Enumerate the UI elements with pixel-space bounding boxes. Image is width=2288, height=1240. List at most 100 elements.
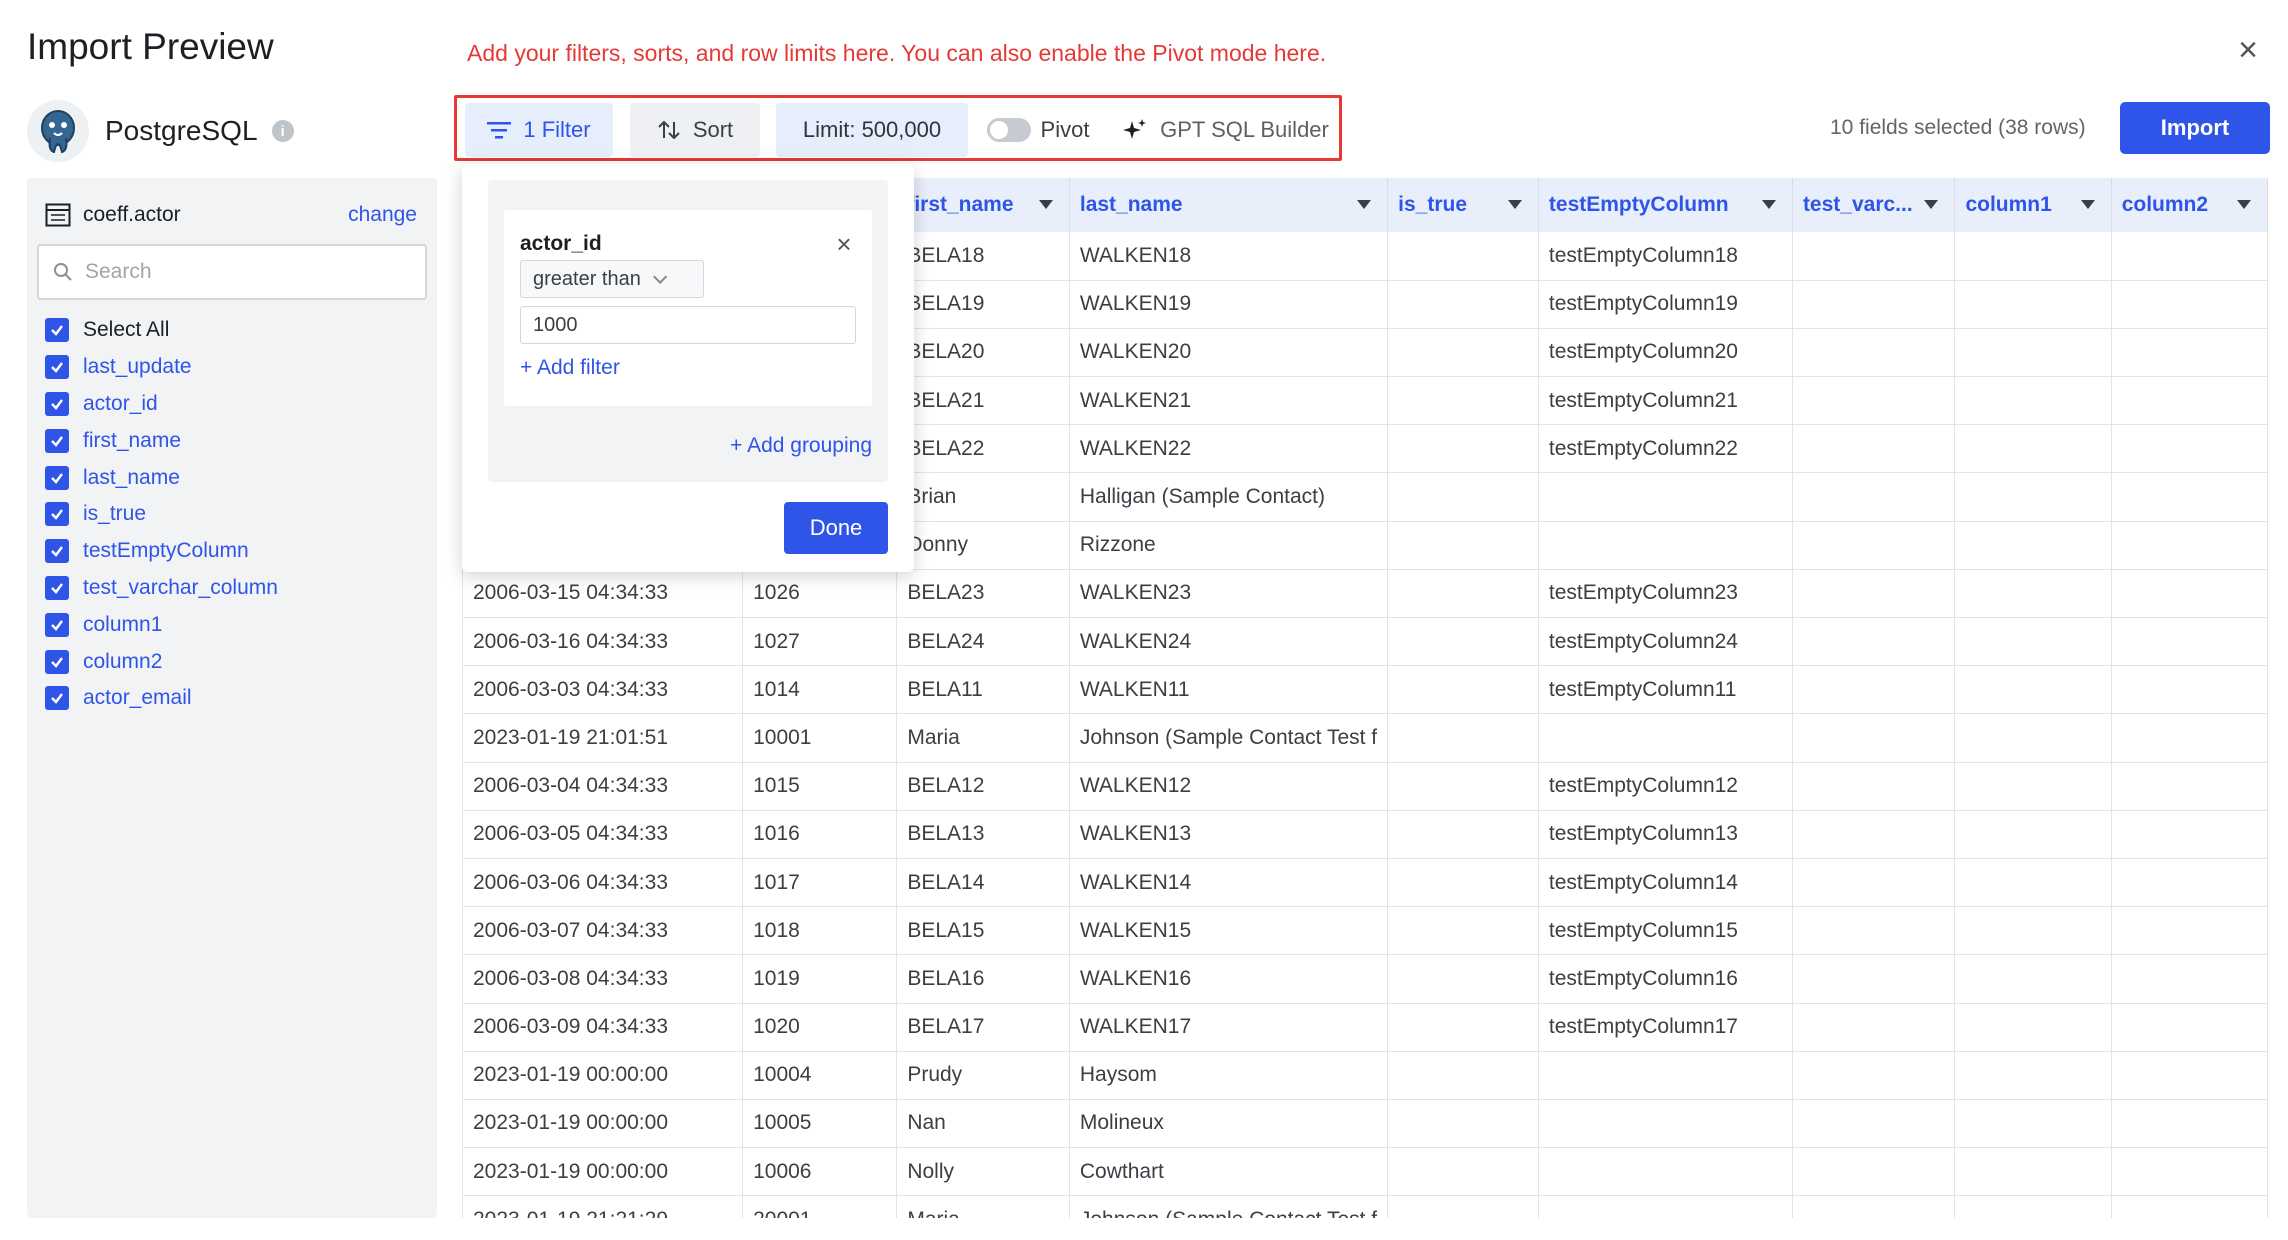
- table-cell: [1387, 328, 1539, 378]
- table-cell: [1954, 1003, 2112, 1052]
- table-cell: 10006: [742, 1147, 898, 1197]
- select-all-checkbox[interactable]: Select All: [45, 312, 278, 349]
- filter-button[interactable]: 1 Filter: [465, 103, 613, 157]
- table-cell: testEmptyColumn11: [1538, 665, 1793, 715]
- table-cell: 10001: [742, 713, 898, 763]
- column-header[interactable]: first_name: [896, 178, 1070, 232]
- table-row: 2006-03-07 04:34:33 1018 BELA15 WALKEN15 tes…: [463, 906, 2268, 956]
- caret-down-icon[interactable]: [1761, 200, 1776, 209]
- field-checkbox-label: first_name: [83, 428, 182, 452]
- table-row: 2023-01-19 21:21:2920001MariaJohnson (Sa…: [463, 1195, 2268, 1218]
- checkbox-checked-icon[interactable]: [45, 355, 69, 380]
- table-cell: WALKEN15: [1069, 906, 1389, 956]
- info-icon[interactable]: i: [271, 120, 294, 142]
- checkbox-checked-icon[interactable]: [45, 391, 69, 416]
- done-button[interactable]: Done: [784, 502, 888, 554]
- table-cell: WALKEN22: [1069, 424, 1389, 474]
- table-cell: [2111, 1003, 2268, 1052]
- caret-down-icon[interactable]: [2080, 200, 2095, 209]
- table-cell: 10005: [742, 1099, 898, 1149]
- field-checkbox-item[interactable]: actor_id: [45, 386, 278, 423]
- table-cell: [1538, 1147, 1793, 1197]
- checkbox-checked-icon[interactable]: [45, 575, 69, 600]
- caret-down-icon[interactable]: [2237, 200, 2251, 209]
- table-cell: [1792, 424, 1956, 474]
- table-cell: [1792, 1099, 1956, 1149]
- table-cell: [1538, 521, 1793, 570]
- remove-filter-icon[interactable]: ×: [830, 230, 858, 258]
- table-cell: Halligan (Sample Contact): [1069, 472, 1389, 522]
- column-header-label: column2: [2121, 193, 2209, 216]
- table-cell: [2111, 810, 2268, 859]
- table-cell: testEmptyColumn15: [1538, 906, 1793, 956]
- table-cell: 2023-01-19 00:00:00: [463, 1099, 744, 1149]
- field-checkbox-item[interactable]: last_update: [45, 349, 278, 386]
- checkbox-checked-icon[interactable]: [45, 318, 69, 343]
- table-cell: BELA13: [896, 810, 1070, 859]
- checkbox-checked-icon[interactable]: [45, 612, 69, 637]
- field-checkbox-item[interactable]: test_varchar_column: [45, 570, 278, 607]
- column-header[interactable]: column1: [1954, 178, 2112, 232]
- toggle-switch-icon[interactable]: [986, 118, 1031, 142]
- column-header[interactable]: test_varc...: [1792, 178, 1956, 232]
- change-table-link[interactable]: change: [348, 203, 417, 227]
- checkbox-checked-icon[interactable]: [45, 465, 69, 490]
- checkbox-checked-icon[interactable]: [45, 686, 69, 711]
- field-checkbox-label: testEmptyColumn: [83, 539, 249, 563]
- search-input[interactable]: [85, 260, 405, 284]
- table-cell: testEmptyColumn23: [1538, 569, 1793, 619]
- sort-button[interactable]: Sort: [630, 103, 760, 157]
- field-checkbox-item[interactable]: last_name: [45, 459, 278, 496]
- caret-down-icon[interactable]: [1507, 200, 1522, 209]
- table-cell: 20001: [742, 1195, 898, 1218]
- table-cell: [1792, 617, 1956, 667]
- table-cell: 1019: [742, 954, 898, 1004]
- close-icon[interactable]: ×: [2228, 30, 2268, 70]
- checkbox-checked-icon[interactable]: [45, 649, 69, 674]
- field-checkbox-item[interactable]: is_true: [45, 496, 278, 533]
- filter-operator-select[interactable]: greater than: [520, 260, 704, 298]
- column-header[interactable]: testEmptyColumn: [1538, 178, 1793, 232]
- table-cell: [1954, 521, 2112, 570]
- field-checkbox-item[interactable]: testEmptyColumn: [45, 533, 278, 570]
- checkbox-checked-icon[interactable]: [45, 428, 69, 453]
- table-cell: 2023-01-19 21:01:51: [463, 713, 744, 763]
- table-cell: Johnson (Sample Contact Test f: [1069, 713, 1389, 763]
- caret-down-icon[interactable]: [1357, 200, 1372, 209]
- table-cell: [1954, 424, 2112, 474]
- table-cell: [1792, 858, 1956, 908]
- field-checkbox-item[interactable]: first_name: [45, 422, 278, 459]
- caret-down-icon[interactable]: [1924, 200, 1939, 209]
- filter-operator-value: greater than: [533, 267, 641, 290]
- gpt-sql-builder-button[interactable]: GPT SQL Builder: [1118, 103, 1333, 157]
- table-cell: [2111, 328, 2268, 378]
- column-header-label: first_name: [907, 193, 1014, 216]
- table-cell: [1387, 810, 1539, 859]
- pivot-toggle[interactable]: Pivot: [986, 103, 1090, 157]
- table-cell: testEmptyColumn24: [1538, 617, 1793, 667]
- column-header[interactable]: column2: [2111, 178, 2268, 232]
- add-filter-link[interactable]: + Add filter: [520, 356, 620, 380]
- filter-value-input[interactable]: [520, 306, 856, 344]
- field-checkbox-item[interactable]: column2: [45, 643, 278, 680]
- import-button[interactable]: Import: [2120, 102, 2270, 154]
- table-cell: 1017: [742, 858, 898, 908]
- table-cell: [1792, 1051, 1956, 1100]
- limit-button[interactable]: Limit: 500,000: [776, 103, 968, 157]
- table-cell: [1387, 906, 1539, 956]
- checkbox-checked-icon[interactable]: [45, 539, 69, 564]
- checkbox-checked-icon[interactable]: [45, 502, 69, 527]
- caret-down-icon[interactable]: [1038, 200, 1053, 209]
- field-checkbox-item[interactable]: actor_email: [45, 680, 278, 717]
- table-cell: [1387, 1003, 1539, 1052]
- table-cell: 2023-01-19 00:00:00: [463, 1051, 744, 1100]
- table-cell: [1954, 472, 2112, 522]
- field-checkbox-item[interactable]: column1: [45, 606, 278, 643]
- add-grouping-link[interactable]: + Add grouping: [730, 434, 872, 458]
- table-cell: testEmptyColumn17: [1538, 1003, 1793, 1052]
- column-header[interactable]: last_name: [1069, 178, 1389, 232]
- table-cell: [2111, 1051, 2268, 1100]
- table-cell: [2111, 569, 2268, 619]
- column-header[interactable]: is_true: [1387, 178, 1539, 232]
- table-cell: [1792, 713, 1956, 763]
